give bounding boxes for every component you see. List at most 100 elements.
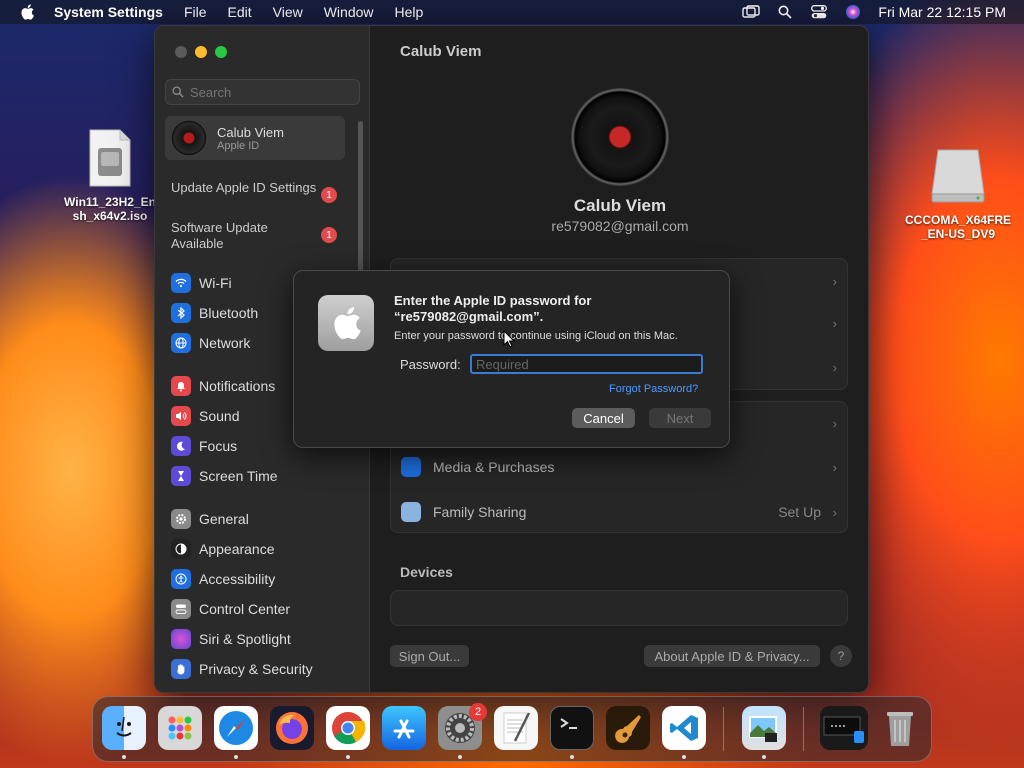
- dock-screen-sharing[interactable]: [820, 706, 868, 750]
- sidebar-apple-id-account[interactable]: Calub Viem Apple ID: [165, 116, 345, 160]
- dock-preview[interactable]: [742, 706, 786, 750]
- row-label: Media & Purchases: [433, 459, 555, 475]
- about-apple-id-privacy-button[interactable]: About Apple ID & Privacy...: [644, 645, 820, 667]
- sidebar-item-accessibility[interactable]: Accessibility: [171, 567, 275, 591]
- settings-row-family-sharing[interactable]: Family Sharing Set Up ›: [401, 492, 837, 532]
- app-name-menu[interactable]: System Settings: [54, 4, 163, 20]
- sidebar-item-label: Network: [199, 335, 251, 351]
- control-center-icon[interactable]: [810, 3, 828, 21]
- mouse-cursor-icon: [503, 330, 515, 348]
- page-title: Calub Viem: [400, 43, 482, 60]
- chevron-right-icon: ›: [832, 359, 837, 375]
- chevron-right-icon: ›: [832, 415, 837, 431]
- preview-photos-icon: [749, 716, 777, 742]
- disk-image-file-icon: [89, 129, 131, 187]
- external-drive-icon: [931, 149, 985, 203]
- profile-avatar[interactable]: [571, 88, 669, 186]
- search-input[interactable]: [188, 83, 352, 101]
- app-store-icon: [401, 457, 421, 477]
- menu-help[interactable]: Help: [395, 4, 424, 20]
- menu-edit[interactable]: Edit: [228, 4, 252, 20]
- password-field[interactable]: [470, 354, 703, 374]
- speaker-icon: [171, 406, 191, 426]
- desktop-drive-label: CCCOMA_X64FRE _EN-US_DV9: [904, 213, 1012, 241]
- preview-running-indicator: [762, 755, 766, 759]
- menu-file[interactable]: File: [184, 4, 207, 20]
- forgot-password-link[interactable]: Forgot Password?: [609, 383, 698, 395]
- settings-row-media-purchases[interactable]: Media & Purchases ›: [401, 447, 837, 487]
- update-apple-id-badge: 1: [321, 187, 337, 203]
- dock-vscode[interactable]: [662, 706, 706, 750]
- apple-logo-icon: [318, 295, 374, 351]
- vscode-running-indicator: [682, 755, 686, 759]
- row-label: Family Sharing: [433, 504, 527, 520]
- dock-chrome[interactable]: [326, 706, 370, 750]
- sidebar-item-label: Wi-Fi: [199, 275, 232, 291]
- guitar-icon: [615, 715, 641, 743]
- sidebar-item-sound[interactable]: Sound: [171, 404, 239, 428]
- sidebar-item-privacy-security[interactable]: Privacy & Security: [171, 657, 313, 681]
- sidebar-item-bluetooth[interactable]: Bluetooth: [171, 301, 258, 325]
- siri-icon[interactable]: [844, 3, 862, 21]
- sidebar-item-label: Siri & Spotlight: [199, 631, 291, 647]
- finder-running-indicator: [122, 755, 126, 759]
- sidebar-item-label: Appearance: [199, 541, 275, 557]
- close-window-button[interactable]: [175, 46, 187, 58]
- spotlight-search-icon[interactable]: [776, 3, 794, 21]
- screen-mirroring-icon[interactable]: [742, 3, 761, 21]
- desktop-iso-label: Win11_23H2_En sh_x64v2.iso: [64, 195, 156, 223]
- sidebar-item-wifi[interactable]: Wi-Fi: [171, 271, 232, 295]
- gear-icon: [171, 509, 191, 529]
- software-update-badge: 1: [321, 227, 337, 243]
- sidebar-item-label: Notifications: [199, 378, 276, 394]
- zoom-window-button[interactable]: [215, 46, 227, 58]
- chevron-right-icon: ›: [832, 504, 837, 520]
- dock-separator: [803, 707, 804, 751]
- chevron-right-icon: ›: [832, 273, 837, 289]
- dock-textedit[interactable]: [494, 706, 538, 750]
- sidebar-item-notifications[interactable]: Notifications: [171, 374, 275, 398]
- menu-clock[interactable]: Fri Mar 22 12:15 PM: [878, 4, 1006, 20]
- sidebar-item-update-apple-id[interactable]: Update Apple ID Settings: [171, 180, 321, 196]
- desktop-drive[interactable]: CCCOMA_X64FRE _EN-US_DV9: [896, 146, 1020, 241]
- avatar: [171, 120, 207, 156]
- sign-out-button[interactable]: Sign Out...: [390, 645, 469, 667]
- dock-app-store[interactable]: [382, 706, 426, 750]
- help-button[interactable]: ?: [830, 645, 852, 667]
- dock-finder[interactable]: [102, 706, 146, 750]
- chrome-running-indicator: [346, 755, 350, 759]
- sidebar-item-control-center[interactable]: Control Center: [171, 597, 290, 621]
- sidebar-item-screen-time[interactable]: Screen Time: [171, 464, 278, 488]
- vscode-icon: [670, 715, 698, 741]
- sidebar-item-focus[interactable]: Focus: [171, 434, 237, 458]
- terminal-running-indicator: [570, 755, 574, 759]
- dock-garageband[interactable]: [606, 706, 650, 750]
- wifi-icon: [171, 273, 191, 293]
- dock-launchpad[interactable]: [158, 706, 202, 750]
- sidebar-search[interactable]: [165, 79, 360, 105]
- account-name: Calub Viem: [217, 124, 284, 140]
- dock-safari[interactable]: [214, 706, 258, 750]
- apple-menu-icon[interactable]: [18, 3, 36, 21]
- system-settings-badge: 2: [469, 703, 487, 721]
- devices-heading: Devices: [400, 564, 453, 580]
- firefox-icon: [276, 712, 308, 744]
- minimize-window-button[interactable]: [195, 46, 207, 58]
- menu-window[interactable]: Window: [324, 4, 374, 20]
- dock-firefox[interactable]: [270, 706, 314, 750]
- app-store-a-icon: [393, 719, 415, 739]
- sidebar-item-network[interactable]: Network: [171, 331, 250, 355]
- sidebar-scrollbar[interactable]: [358, 121, 363, 291]
- menu-view[interactable]: View: [273, 4, 303, 20]
- dock-trash[interactable]: [878, 706, 922, 750]
- dialog-message: Enter your password to continue using iC…: [394, 330, 678, 342]
- dock-separator: [723, 707, 724, 751]
- sidebar-item-appearance[interactable]: Appearance: [171, 537, 275, 561]
- desktop-iso-file[interactable]: Win11_23H2_En sh_x64v2.iso: [58, 128, 162, 223]
- next-button[interactable]: Next: [649, 408, 711, 428]
- cancel-button[interactable]: Cancel: [572, 408, 635, 428]
- sidebar-item-general[interactable]: General: [171, 507, 249, 531]
- sidebar-item-siri-spotlight[interactable]: Siri & Spotlight: [171, 627, 291, 651]
- dock-terminal[interactable]: [550, 706, 594, 750]
- sidebar-item-software-update[interactable]: Software Update Available: [171, 220, 321, 252]
